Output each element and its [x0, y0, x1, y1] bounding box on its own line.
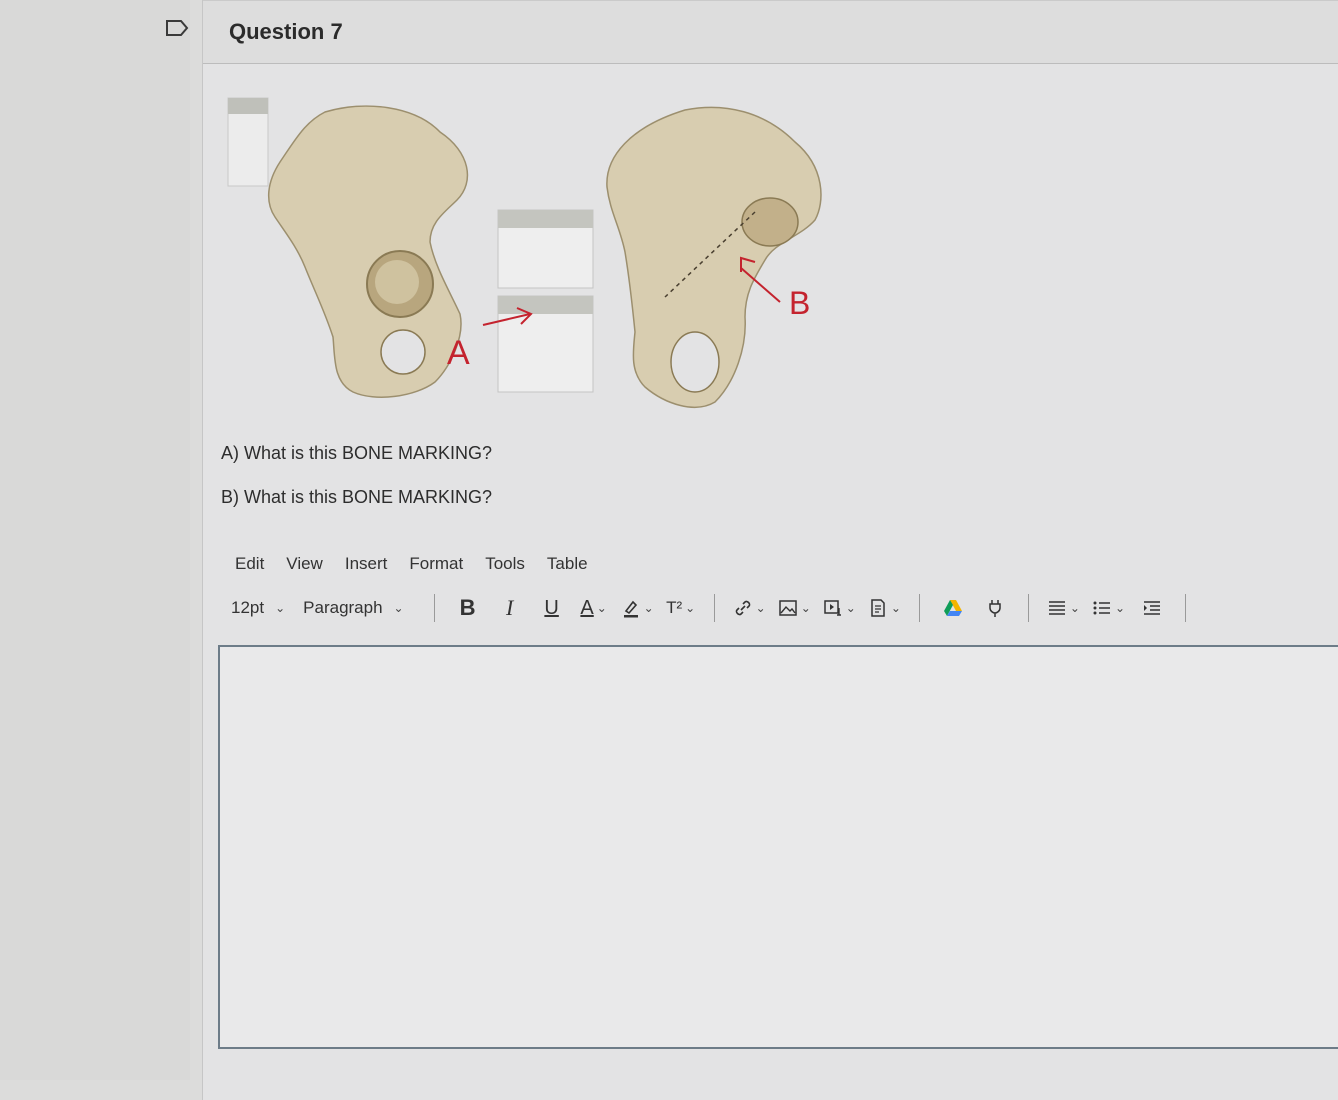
align-justify-icon [1048, 601, 1065, 615]
chevron-down-icon: ⌄ [685, 601, 696, 615]
bold-button[interactable]: B [453, 593, 483, 623]
bullet-list-icon [1093, 601, 1110, 615]
document-icon [871, 599, 885, 617]
figure-label-box-middle-bottom [497, 295, 594, 393]
question-card: Question 7 A B A) What is this BONE MARK… [202, 0, 1338, 1100]
editor-menubar: Edit View Insert Format Tools Table [235, 554, 588, 582]
hip-bone-medial-view [606, 106, 822, 409]
menu-table[interactable]: Table [547, 554, 588, 582]
figure-label-box-top-left [227, 97, 269, 187]
block-format-value: Paragraph [303, 598, 383, 617]
hip-bone-lateral-view [268, 105, 469, 398]
image-icon [778, 600, 797, 616]
left-gutter [0, 0, 190, 1080]
chevron-down-icon: ⌄ [845, 601, 856, 615]
menu-format[interactable]: Format [409, 554, 463, 582]
document-button[interactable]: ⌄ [868, 593, 901, 623]
underline-button[interactable]: U [537, 593, 567, 623]
toolbar-divider [713, 594, 715, 622]
link-button[interactable]: ⌄ [733, 593, 766, 623]
highlighter-icon [623, 600, 638, 618]
indent-button[interactable] [1137, 593, 1167, 623]
text-color-button[interactable]: A ⌄ [579, 593, 609, 623]
figure-label-box-middle-top [497, 209, 594, 289]
google-drive-button[interactable] [938, 593, 968, 623]
chevron-down-icon: ⌄ [800, 601, 811, 615]
text-color-label: A [580, 596, 594, 619]
question-title: Question 7 [229, 19, 343, 44]
media-button[interactable]: ⌄ [823, 593, 856, 623]
plug-icon [989, 600, 1001, 617]
hip-bone-figure: A B [227, 97, 822, 409]
bullet-list-button[interactable]: ⌄ [1092, 593, 1125, 623]
indent-icon [1144, 601, 1161, 615]
block-format-select[interactable]: Paragraph ⌄ [303, 598, 403, 618]
chevron-down-icon: ⌄ [643, 601, 654, 615]
chevron-down-icon: ⌄ [393, 601, 404, 615]
font-size-select[interactable]: 12pt ⌄ [231, 598, 285, 618]
question-prompt-a: A) What is this BONE MARKING? [221, 443, 493, 463]
menu-insert[interactable]: Insert [345, 554, 388, 582]
superscript-label: T² [666, 598, 683, 617]
menu-view[interactable]: View [286, 554, 323, 582]
chevron-down-icon: ⌄ [755, 601, 766, 615]
toolbar-divider [918, 594, 920, 622]
italic-button[interactable]: I [495, 593, 525, 623]
answer-editor[interactable] [218, 645, 1338, 1049]
link-icon [735, 600, 750, 616]
toolbar-divider [1185, 594, 1187, 622]
toolbar-divider [433, 594, 435, 622]
align-button[interactable]: ⌄ [1047, 593, 1080, 623]
chevron-down-icon: ⌄ [1114, 601, 1126, 615]
superscript-button[interactable]: T² ⌄ [666, 593, 696, 623]
apps-plugin-button[interactable] [980, 593, 1010, 623]
question-prompt-b: B) What is this BONE MARKING? [221, 487, 493, 507]
highlight-color-button[interactable]: ⌄ [621, 593, 654, 623]
menu-tools[interactable]: Tools [485, 554, 525, 582]
image-button[interactable]: ⌄ [778, 593, 811, 623]
chevron-down-icon: ⌄ [596, 601, 607, 615]
annotation-label-a: A [447, 334, 470, 372]
chevron-down-icon: ⌄ [275, 601, 286, 615]
google-drive-icon [943, 600, 962, 616]
chevron-down-icon: ⌄ [1069, 601, 1080, 615]
flag-question-icon[interactable] [165, 19, 189, 37]
chevron-down-icon: ⌄ [890, 601, 901, 615]
annotation-label-b: B [789, 285, 810, 321]
menu-edit[interactable]: Edit [235, 554, 264, 582]
question-header: Question 7 [203, 0, 1338, 64]
editor-toolbar: 12pt ⌄ Paragraph ⌄ B I U A ⌄ ⌄ T² ⌄ ⌄ ⌄ … [231, 590, 1338, 626]
media-icon [824, 600, 841, 616]
font-size-value: 12pt [231, 598, 265, 617]
toolbar-divider [1027, 594, 1029, 622]
